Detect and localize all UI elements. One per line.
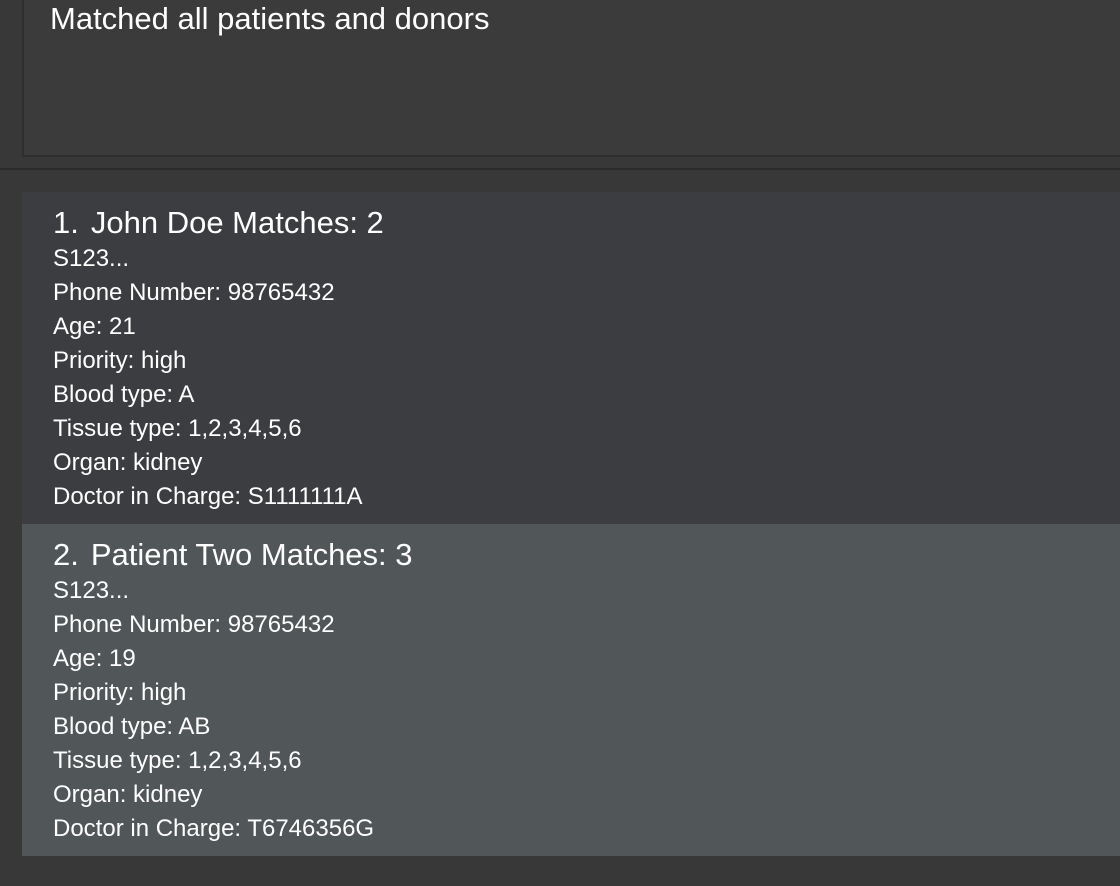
patient-doctor: Doctor in Charge: T6746356G: [53, 815, 375, 842]
patient-age: Age: 19: [53, 645, 136, 672]
patient-priority: Priority: high: [53, 347, 187, 374]
patient-index: 2.: [53, 537, 79, 572]
patient-list[interactable]: 1. John Doe Matches: 2 S123... Phone Numb…: [22, 192, 1120, 856]
patient-organ: Organ: kidney: [53, 781, 203, 808]
patient-tissue-type: Tissue type: 1,2,3,4,5,6: [53, 747, 302, 774]
patient-phone: Phone Number: 98765432: [53, 611, 335, 638]
result-message: Matched all patients and donors: [50, 1, 490, 36]
patient-list-pane: 1. John Doe Matches: 2 S123... Phone Numb…: [0, 172, 1120, 886]
patient-name-matches: Patient Two Matches: 3: [90, 537, 413, 572]
patient-card-2[interactable]: 2. Patient Two Matches: 3 S123... Phone N…: [22, 524, 1120, 856]
patient-tissue-type: Tissue type: 1,2,3,4,5,6: [53, 415, 302, 442]
patient-blood-type: Blood type: A: [53, 381, 195, 408]
patient-nric: S123...: [53, 577, 130, 604]
patient-age: Age: 21: [53, 313, 136, 340]
patient-organ: Organ: kidney: [53, 449, 203, 476]
patient-name-matches: John Doe Matches: 2: [90, 205, 384, 240]
patient-priority: Priority: high: [53, 679, 187, 706]
patient-doctor: Doctor in Charge: S1111111A: [53, 483, 363, 510]
patient-blood-type: Blood type: AB: [53, 713, 211, 740]
result-display-box[interactable]: Matched all patients and donors: [22, 0, 1120, 157]
patient-nric: S123...: [53, 245, 130, 272]
patient-card-title: 1. John Doe Matches: 2: [53, 204, 1120, 242]
patient-phone: Phone Number: 98765432: [53, 279, 335, 306]
result-display-pane: Matched all patients and donors: [0, 0, 1120, 170]
patient-card-title: 2. Patient Two Matches: 3: [53, 536, 1120, 574]
patient-index: 1.: [53, 205, 79, 240]
patient-card-1[interactable]: 1. John Doe Matches: 2 S123... Phone Numb…: [22, 192, 1120, 524]
